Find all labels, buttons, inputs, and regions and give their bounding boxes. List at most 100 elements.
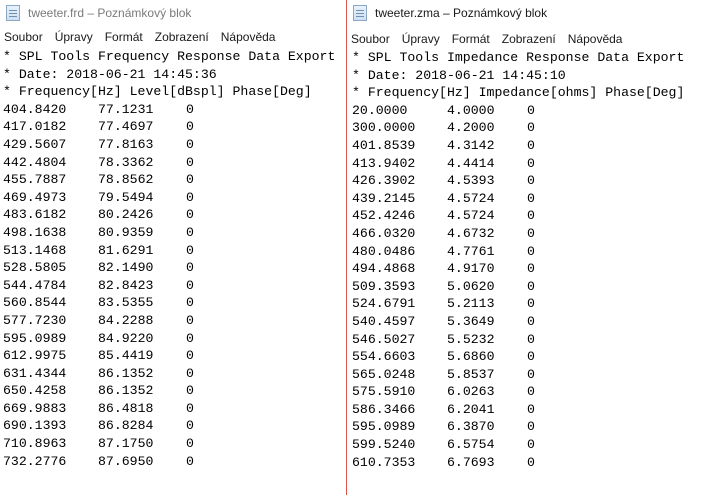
frequency-value: 509.3593	[352, 278, 416, 294]
window-title: tweeter.frd – Poznámkový blok	[28, 6, 192, 20]
phase-value: 0	[527, 243, 535, 259]
value-column: 86.1352	[98, 365, 154, 381]
header-line: * Frequency[Hz] Impedance[ohms] Phase[De…	[352, 85, 685, 101]
header-line: * SPL Tools Frequency Response Data Expo…	[3, 49, 336, 64]
phase-value: 0	[527, 366, 535, 382]
value-column: 4.5724	[447, 190, 495, 206]
data-row: 452.4246 4.5724 0	[352, 207, 704, 225]
phase-value: 0	[527, 384, 535, 400]
frequency-value: 442.4804	[3, 154, 67, 170]
phase-value: 0	[527, 331, 535, 347]
window-title: tweeter.zma – Poznámkový blok	[375, 6, 548, 20]
phase-value: 0	[527, 278, 535, 294]
notepad-window-zma[interactable]: tweeter.zma – Poznámkový blok Soubor Úpr…	[346, 0, 704, 495]
header-line: * Frequency[Hz] Level[dBspl] Phase[Deg]	[3, 84, 312, 100]
header-line: * SPL Tools Impedance Response Data Expo…	[352, 50, 685, 65]
phase-value: 0	[527, 137, 535, 153]
menu-napoveda[interactable]: Nápověda	[562, 32, 629, 46]
data-row: 401.8539 4.3142 0	[352, 137, 704, 155]
frequency-value: 612.9975	[3, 348, 67, 364]
notepad-icon	[6, 5, 20, 21]
menu-format[interactable]: Formát	[446, 32, 496, 46]
menu-zobrazeni[interactable]: Zobrazení	[496, 32, 562, 46]
data-row: 577.7230 84.2288 0	[3, 312, 345, 330]
data-row: 595.0989 84.9220 0	[3, 330, 345, 348]
data-row: 404.8420 77.1231 0	[3, 101, 345, 119]
menu-napoveda[interactable]: Nápověda	[215, 30, 282, 44]
menu-soubor[interactable]: Soubor	[0, 30, 49, 44]
notepad-window-frd[interactable]: tweeter.frd – Poznámkový blok Soubor Úpr…	[0, 0, 345, 495]
value-column: 6.2041	[447, 401, 495, 417]
frequency-value: 426.3902	[352, 173, 416, 189]
value-column: 81.6291	[98, 242, 154, 258]
phase-value: 0	[186, 172, 194, 188]
phase-value: 0	[186, 224, 194, 240]
phase-value: 0	[186, 383, 194, 399]
frequency-value: 595.0989	[352, 419, 416, 435]
data-row: 417.0182 77.4697 0	[3, 118, 345, 136]
value-column: 86.4818	[98, 400, 154, 416]
phase-value: 0	[527, 120, 535, 136]
phase-value: 0	[186, 189, 194, 205]
phase-value: 0	[527, 437, 535, 453]
text-editor-area[interactable]: * SPL Tools Frequency Response Data Expo…	[0, 48, 345, 470]
frequency-value: 610.7353	[352, 454, 416, 470]
data-row: 554.6603 5.6860 0	[352, 348, 704, 366]
data-row: 612.9975 85.4419 0	[3, 347, 345, 365]
window-title-bar[interactable]: tweeter.frd – Poznámkový blok	[0, 0, 345, 26]
phase-value: 0	[186, 242, 194, 258]
value-column: 87.1750	[98, 436, 154, 452]
frequency-value: 565.0248	[352, 366, 416, 382]
value-column: 5.0620	[447, 278, 495, 294]
value-column: 6.7693	[447, 454, 495, 470]
frequency-value: 710.8963	[3, 436, 67, 452]
value-column: 77.8163	[98, 136, 154, 152]
frequency-value: 690.1393	[3, 418, 67, 434]
phase-value: 0	[186, 260, 194, 276]
menu-upravy[interactable]: Úpravy	[49, 30, 99, 44]
data-row: 631.4344 86.1352 0	[3, 365, 345, 383]
data-row: 575.5910 6.0263 0	[352, 383, 704, 401]
menu-bar: Soubor Úpravy Formát Zobrazení Nápověda	[347, 29, 704, 49]
frequency-value: 544.4784	[3, 277, 67, 293]
data-row: 480.0486 4.7761 0	[352, 243, 704, 261]
value-column: 78.3362	[98, 154, 154, 170]
phase-value: 0	[186, 330, 194, 346]
data-row: 466.0320 4.6732 0	[352, 225, 704, 243]
value-column: 6.0263	[447, 384, 495, 400]
data-row: 20.0000 4.0000 0	[352, 102, 704, 120]
frequency-value: 586.3466	[352, 401, 416, 417]
phase-value: 0	[527, 454, 535, 470]
phase-value: 0	[527, 296, 535, 312]
data-row: 498.1638 80.9359 0	[3, 224, 345, 242]
frequency-value: 669.9883	[3, 400, 67, 416]
value-column: 6.3870	[447, 419, 495, 435]
data-row: 560.8544 83.5355 0	[3, 294, 345, 312]
phase-value: 0	[527, 225, 535, 241]
frequency-value: 732.2776	[3, 453, 67, 469]
text-editor-area[interactable]: * SPL Tools Impedance Response Data Expo…	[347, 49, 704, 471]
window-title-bar[interactable]: tweeter.zma – Poznámkový blok	[347, 0, 704, 26]
phase-value: 0	[186, 400, 194, 416]
value-column: 4.0000	[447, 102, 495, 118]
data-row: 442.4804 78.3362 0	[3, 154, 345, 172]
menu-zobrazeni[interactable]: Zobrazení	[149, 30, 215, 44]
value-column: 5.2113	[447, 296, 495, 312]
data-row: 439.2145 4.5724 0	[352, 190, 704, 208]
data-row: 610.7353 6.7693 0	[352, 454, 704, 472]
frequency-value: 554.6603	[352, 349, 416, 365]
phase-value: 0	[527, 313, 535, 329]
phase-value: 0	[186, 119, 194, 135]
value-column: 83.5355	[98, 295, 154, 311]
data-row: 586.3466 6.2041 0	[352, 401, 704, 419]
menu-upravy[interactable]: Úpravy	[396, 32, 446, 46]
menu-format[interactable]: Formát	[99, 30, 149, 44]
menu-soubor[interactable]: Soubor	[347, 32, 396, 46]
value-column: 4.6732	[447, 225, 495, 241]
data-row: 528.5805 82.1490 0	[3, 259, 345, 277]
value-column: 5.5232	[447, 331, 495, 347]
data-row: 710.8963 87.1750 0	[3, 435, 345, 453]
value-column: 82.8423	[98, 277, 154, 293]
frequency-value: 469.4973	[3, 189, 67, 205]
header-line: * Date: 2018-06-21 14:45:10	[352, 67, 566, 83]
